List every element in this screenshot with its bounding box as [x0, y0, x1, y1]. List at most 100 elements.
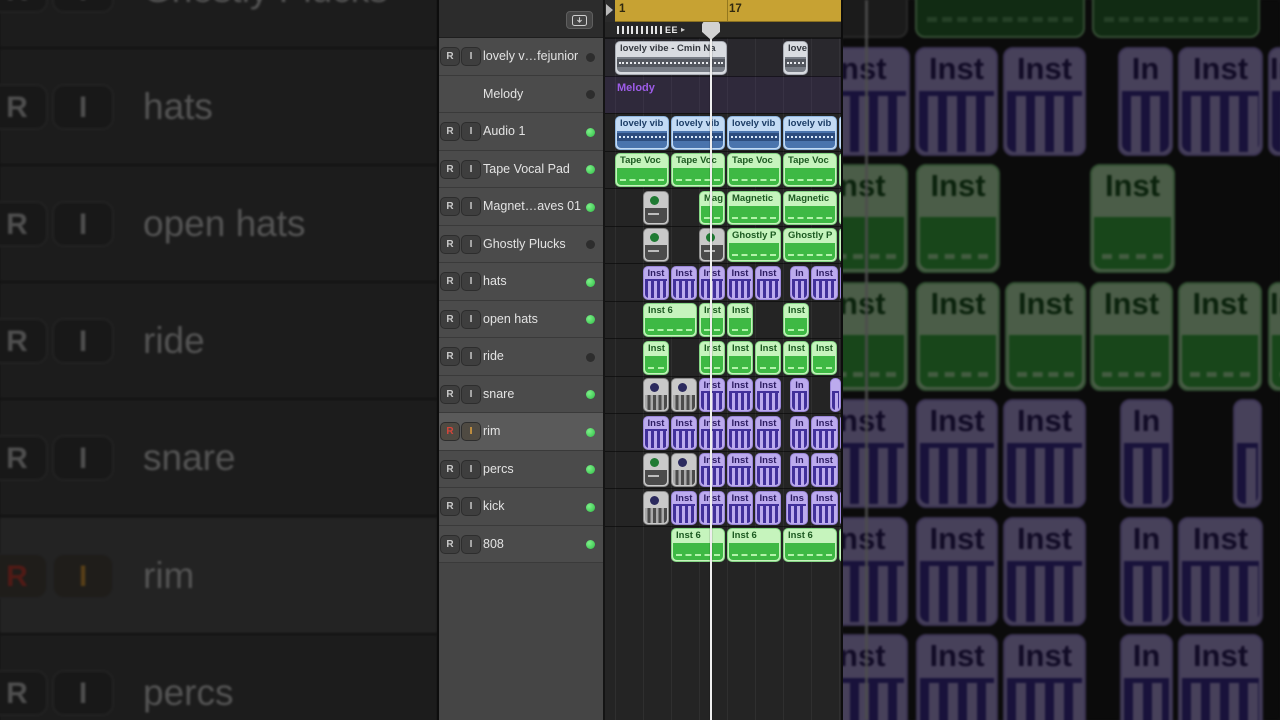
record-arm-button[interactable]: R [440, 497, 460, 516]
track-row-audio-1[interactable]: R I Audio 1 [439, 113, 603, 151]
audio-region[interactable]: love [783, 40, 808, 75]
midi-region-green[interactable]: Inst 6 [643, 303, 697, 337]
muted-region[interactable] [699, 228, 725, 262]
midi-region-green[interactable]: Ghostly P [783, 228, 837, 262]
track-status-dot[interactable] [586, 540, 595, 549]
midi-region-purple[interactable]: Inst [811, 265, 838, 300]
track-status-dot[interactable] [586, 165, 595, 174]
input-monitor-button[interactable]: I [461, 384, 481, 404]
input-monitor-button[interactable]: I [461, 459, 481, 479]
track-status-dot[interactable] [586, 502, 595, 512]
input-monitor-button[interactable]: I [461, 309, 481, 329]
midi-region-green[interactable]: Inst [755, 340, 781, 375]
midi-region-purple[interactable]: Inst [755, 453, 781, 487]
midi-region-green[interactable]: Ghostly P [727, 228, 781, 262]
track-row-808[interactable]: R I 808 [439, 525, 603, 563]
midi-region-purple[interactable]: Inst [671, 490, 697, 525]
midi-region-green[interactable]: Inst [699, 340, 725, 375]
midi-region-purple[interactable]: Inst [727, 415, 753, 450]
midi-region-purple[interactable]: In [790, 453, 809, 487]
midi-region-purple[interactable]: Inst [755, 265, 781, 300]
track-row-snare[interactable]: R Isnare [439, 375, 603, 413]
muted-region[interactable] [643, 378, 669, 412]
midi-region-purple[interactable]: Inst [727, 265, 753, 300]
midi-region-purple[interactable]: Inst [699, 453, 725, 487]
midi-region-green[interactable]: Magnetic [783, 190, 837, 225]
track-status-dot[interactable] [586, 427, 595, 437]
input-monitor-button[interactable]: I [461, 497, 481, 516]
midi-region-purple[interactable]: Inst [643, 265, 669, 300]
midi-region-green[interactable]: Tape Voc [783, 153, 837, 187]
midi-region-green[interactable]: Inst [699, 303, 725, 337]
midi-region-purple[interactable]: Inst [699, 490, 725, 525]
cycle-range-bar[interactable]: 1 17 [615, 0, 843, 22]
record-arm-button[interactable]: R [440, 234, 460, 254]
record-arm-button[interactable]: R [440, 534, 460, 554]
midi-region-green[interactable]: Tape Voc [727, 153, 781, 187]
ruler-overview-strip[interactable]: EE ▸ [605, 22, 843, 38]
audio-region[interactable]: lovely vib [727, 115, 781, 150]
track-list-divider[interactable] [603, 0, 605, 720]
record-arm-button[interactable]: R [440, 384, 460, 404]
input-monitor-button[interactable]: I [461, 272, 481, 291]
midi-region-purple[interactable]: Inst [699, 265, 725, 300]
track-status-dot[interactable] [586, 90, 595, 99]
midi-region-purple[interactable] [830, 378, 841, 412]
input-monitor-button[interactable]: I [461, 234, 481, 254]
track-row-hats[interactable]: R Ihats [439, 263, 603, 301]
track-status-dot[interactable] [586, 240, 595, 249]
record-arm-button[interactable]: R [440, 122, 460, 141]
midi-region-green[interactable]: Inst [811, 340, 837, 375]
midi-region-green[interactable]: Mag [699, 190, 725, 225]
record-arm-button[interactable]: R [440, 272, 460, 291]
track-status-dot[interactable] [586, 315, 595, 324]
muted-region[interactable] [671, 378, 697, 412]
midi-region-purple[interactable]: Ins [786, 490, 808, 525]
track-status-dot[interactable] [586, 465, 595, 474]
midi-region-purple[interactable]: Inst [699, 415, 725, 450]
track-status-dot[interactable] [586, 277, 595, 287]
track-row-open-hats[interactable]: R Iopen hats [439, 300, 603, 338]
track-row-ghostly-plucks[interactable]: R I Ghostly Plucks [439, 225, 603, 263]
audio-region[interactable]: lovely vib [671, 115, 725, 150]
midi-region-green[interactable]: Inst 6 [671, 528, 725, 562]
muted-region[interactable] [671, 453, 697, 487]
input-monitor-button[interactable]: I [461, 347, 481, 366]
muted-region[interactable] [643, 490, 669, 525]
input-monitor-button[interactable]: I [461, 197, 481, 216]
track-row-rim[interactable]: R Irim [439, 413, 603, 451]
midi-region-purple[interactable]: Inst [755, 490, 781, 525]
midi-region-green[interactable]: Inst [727, 303, 753, 337]
midi-region-purple[interactable]: Inst [755, 378, 781, 412]
midi-region-purple[interactable]: Inst [755, 415, 781, 450]
record-arm-button[interactable]: R [440, 159, 460, 179]
track-row-tape-vocal-pad[interactable]: R I Tape Vocal Pad [439, 150, 603, 188]
bar-ruler[interactable]: 1 17 [605, 0, 843, 22]
midi-region-purple[interactable]: Inst [643, 415, 669, 450]
midi-region-purple[interactable]: Inst [727, 453, 753, 487]
input-monitor-button[interactable]: I [461, 422, 481, 441]
track-status-dot[interactable] [586, 202, 595, 212]
midi-region-green[interactable]: Inst [783, 303, 809, 337]
midi-region-green[interactable]: Tape Voc [615, 153, 669, 187]
record-arm-button[interactable]: R [440, 347, 460, 366]
track-row-ride[interactable]: R Iride [439, 338, 603, 376]
track-row-melody[interactable]: Melody [439, 75, 603, 113]
track-status-dot[interactable] [586, 390, 595, 399]
record-arm-button[interactable]: R [440, 422, 460, 441]
midi-region-green[interactable]: Inst [783, 340, 809, 375]
midi-region-green[interactable]: Inst 6 [727, 528, 781, 562]
record-arm-button[interactable]: R [440, 459, 460, 479]
track-status-dot[interactable] [586, 352, 595, 362]
midi-region-purple[interactable]: Inst [699, 378, 725, 412]
midi-region-purple[interactable]: Inst [727, 378, 753, 412]
record-arm-button[interactable]: R [440, 197, 460, 216]
record-arm-button[interactable]: R [440, 47, 460, 66]
midi-region-purple[interactable]: In [790, 378, 809, 412]
midi-region-green[interactable]: Inst 6 [783, 528, 837, 562]
playhead-line[interactable] [710, 24, 712, 720]
input-monitor-button[interactable]: I [461, 534, 481, 554]
midi-region-purple[interactable]: Inst [811, 490, 838, 525]
midi-region-purple[interactable]: In [790, 265, 809, 300]
track-row-kick[interactable]: R Ikick [439, 488, 603, 526]
